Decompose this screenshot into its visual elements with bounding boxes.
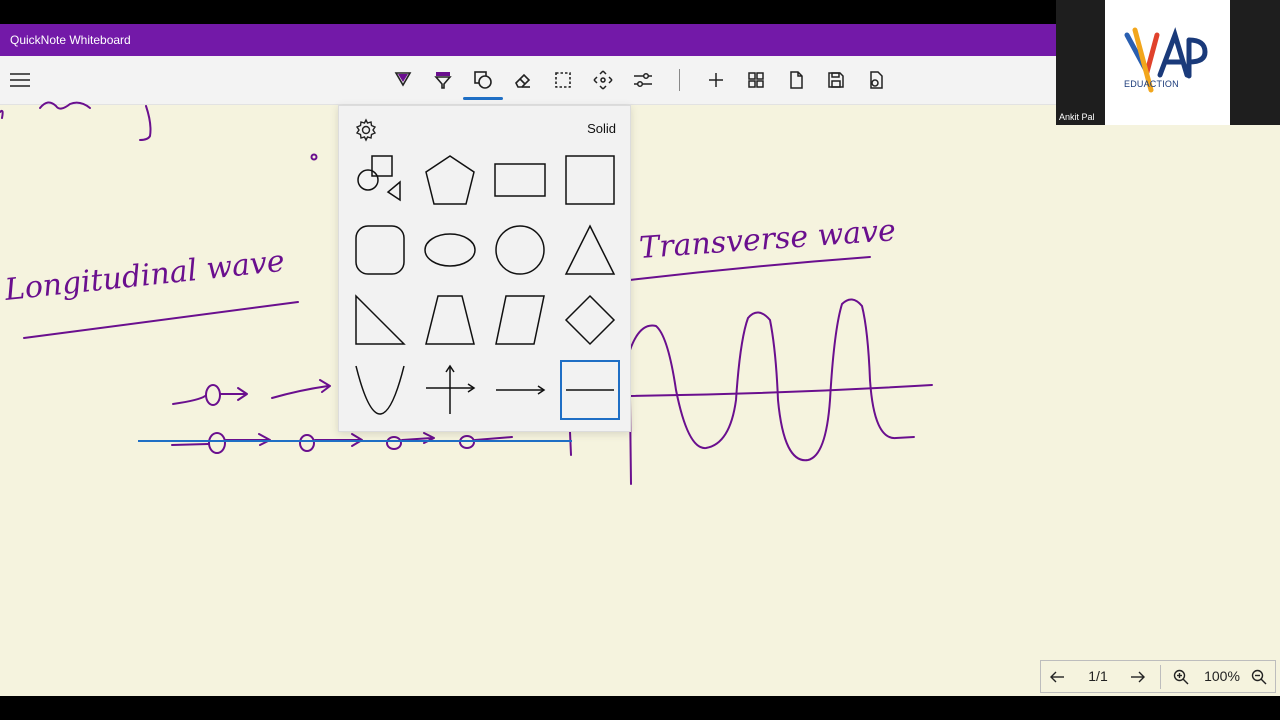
mixed-shapes-icon[interactable]: [351, 151, 409, 209]
rectangle-icon[interactable]: [491, 151, 549, 209]
lasso-select-icon[interactable]: [547, 64, 579, 96]
zoom-out-icon[interactable]: [1248, 666, 1270, 688]
pan-icon[interactable]: [587, 64, 619, 96]
add-page-icon[interactable]: [700, 64, 732, 96]
rounded-square-icon[interactable]: [351, 221, 409, 279]
parabola-icon[interactable]: [351, 361, 409, 419]
parallelogram-icon[interactable]: [491, 291, 549, 349]
logo-text: EDUACTION: [1124, 79, 1179, 89]
eraser-icon[interactable]: [507, 64, 539, 96]
active-tool-indicator: [463, 97, 503, 100]
menu-icon[interactable]: [6, 64, 34, 96]
previous-page-icon[interactable]: [1046, 666, 1068, 688]
presenter-name: Ankit Pal: [1059, 112, 1095, 122]
pentagon-icon[interactable]: [421, 151, 479, 209]
ellipse-icon[interactable]: [421, 221, 479, 279]
brand-logo: [1105, 0, 1230, 125]
triangle-icon[interactable]: [561, 221, 619, 279]
export-icon[interactable]: [860, 64, 892, 96]
diamond-icon[interactable]: [561, 291, 619, 349]
toolbar-separator: [679, 69, 680, 91]
axes-icon[interactable]: [421, 361, 479, 419]
arrow-icon[interactable]: [491, 361, 549, 419]
circle-icon[interactable]: [491, 221, 549, 279]
zoom-level: 100%: [1204, 668, 1240, 684]
bottom-black-strip: [0, 696, 1280, 720]
whiteboard-canvas[interactable]: [0, 104, 1280, 696]
webcam-feed-right: [1230, 0, 1280, 125]
app-title: QuickNote Whiteboard: [10, 33, 131, 47]
grid-icon[interactable]: [740, 64, 772, 96]
settings-icon[interactable]: [354, 118, 378, 142]
page-indicator: 1/1: [1088, 668, 1108, 684]
line-style-label[interactable]: Solid: [587, 121, 616, 136]
page-nav-bar: 1/1 100%: [1040, 660, 1276, 693]
right-triangle-icon[interactable]: [351, 291, 409, 349]
shape-picker-panel: Solid: [338, 105, 631, 432]
zoom-in-icon[interactable]: [1170, 666, 1192, 688]
page-icon[interactable]: [780, 64, 812, 96]
square-icon[interactable]: [561, 151, 619, 209]
line-icon[interactable]: [560, 360, 620, 420]
shapes-icon[interactable]: [467, 64, 499, 96]
trapezoid-icon[interactable]: [421, 291, 479, 349]
highlighter-icon[interactable]: [427, 64, 459, 96]
webcam-feed: [1056, 0, 1105, 125]
save-icon[interactable]: [820, 64, 852, 96]
pen-icon[interactable]: [387, 64, 419, 96]
settings-sliders-icon[interactable]: [627, 64, 659, 96]
title-bar: QuickNote Whiteboard: [0, 24, 1056, 56]
nav-separator: [1160, 665, 1161, 689]
next-page-icon[interactable]: [1127, 666, 1149, 688]
